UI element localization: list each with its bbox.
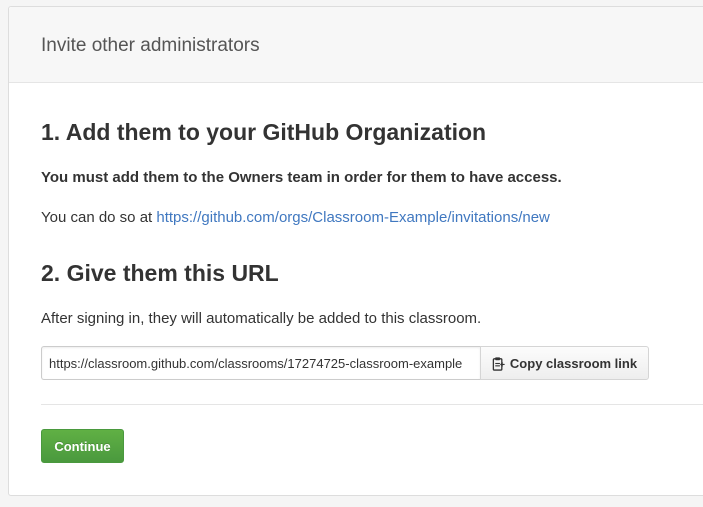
clippy-icon <box>492 356 506 371</box>
invitation-link[interactable]: https://github.com/orgs/Classroom-Exampl… <box>156 209 550 226</box>
step1-heading: 1. Add them to your GitHub Organization <box>41 119 487 145</box>
invitation-prefix: You can do so at <box>41 209 157 226</box>
classroom-url-input[interactable] <box>41 346 480 380</box>
section-divider <box>41 404 703 405</box>
step2-heading: 2. Give them this URL <box>41 260 279 286</box>
owners-team-notice: You must add them to the Owners team in … <box>41 169 562 186</box>
invite-admins-panel: Invite other administrators 1. Add them … <box>8 6 703 496</box>
copy-classroom-link-button[interactable]: Copy classroom link <box>480 346 649 380</box>
panel-title: Invite other administrators <box>41 34 260 56</box>
classroom-url-group: Copy classroom link <box>41 346 649 380</box>
copy-button-label: Copy classroom link <box>509 355 638 371</box>
panel-header: Invite other administrators <box>9 7 703 83</box>
after-signin-text: After signing in, they will automaticall… <box>41 310 482 327</box>
continue-button[interactable]: Continue <box>41 429 124 463</box>
invitation-instructions: You can do so at https://github.com/orgs… <box>41 209 550 226</box>
